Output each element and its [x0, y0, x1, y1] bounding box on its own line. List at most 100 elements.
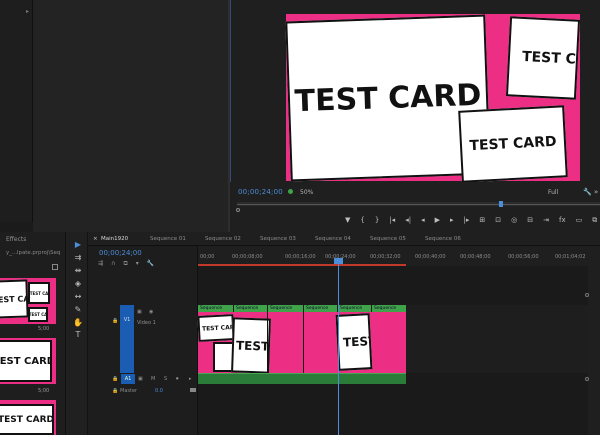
playhead-handle[interactable]	[334, 258, 343, 264]
timeline-close-icon[interactable]: ×	[93, 236, 98, 242]
timeline-timecode[interactable]: 00;00;24;00	[99, 249, 142, 257]
tab-sequence-01[interactable]: Sequence 01	[150, 236, 186, 242]
clip-header[interactable]: Sequence	[304, 305, 337, 312]
ruler-label: 00;00;16;00	[285, 254, 316, 260]
mark-out-button[interactable]: }	[375, 216, 379, 226]
tab-effects[interactable]: Effects	[6, 236, 26, 243]
tab-sequence-02[interactable]: Sequence 02	[205, 236, 241, 242]
tab-main1920[interactable]: Main1920	[101, 236, 128, 242]
thumb-1-corner-text: TEST CA	[29, 290, 49, 296]
scroll-handle-top[interactable]	[585, 293, 589, 297]
clip-header[interactable]: Sequence	[372, 305, 406, 312]
comparison-button[interactable]: ⊟	[527, 216, 533, 226]
timeline-scrollbar[interactable]	[588, 266, 600, 435]
multicam-button[interactable]: ⧉	[592, 216, 597, 226]
clip-header[interactable]: Sequence	[198, 305, 233, 312]
eye-icon[interactable]: ◉	[149, 309, 153, 315]
clip-header[interactable]: Sequence	[338, 305, 371, 312]
type-tool-icon[interactable]: T	[73, 330, 83, 339]
audio-1-clips[interactable]	[198, 373, 406, 384]
quality-select[interactable]: Full	[548, 189, 558, 196]
fx-button[interactable]: fx	[559, 216, 566, 226]
transport-controls: ▼ { } |◂ ◂| ◂ ▶ ▸ |▸ ⊞ ⊡ ◎ ⊟ ⇥ fx ▭ ⧉	[345, 216, 600, 226]
a1-target[interactable]: A1	[121, 374, 135, 384]
ruler-label: 00;00;48;00	[460, 254, 491, 260]
snap-icon[interactable]: ∩	[111, 260, 115, 268]
marker-icon[interactable]	[288, 189, 293, 194]
ruler-label: 00;00;56;00	[508, 254, 539, 260]
extract-button[interactable]: ⊡	[495, 216, 501, 226]
clip-1-text: TEST CARD	[201, 323, 235, 333]
mic-icon[interactable]: ⏺	[176, 376, 179, 382]
clip-header[interactable]: Sequence	[234, 305, 267, 312]
scroll-handle-bottom[interactable]	[585, 377, 589, 381]
ruler-label: 00;00;40;00	[415, 254, 446, 260]
frame-forward-button[interactable]: ▸	[450, 216, 454, 226]
add-marker-button[interactable]: ▼	[345, 216, 350, 226]
clip-5-text: TEST	[342, 333, 373, 350]
clip-header[interactable]: Sequence	[268, 305, 303, 312]
master-label: Master	[120, 388, 138, 394]
track-headers	[88, 246, 198, 435]
ruler-label: 00;00;32;00	[370, 254, 401, 260]
safe-margins-button[interactable]: ▭	[576, 216, 583, 226]
program-timecode[interactable]: 00;00;24;00	[238, 188, 283, 196]
ruler-label: 00;00;08;00	[232, 254, 263, 260]
thumb-1-small-text: TEST CA	[28, 312, 48, 317]
scrub-line	[237, 204, 600, 205]
slip-tool-icon[interactable]: ↔	[73, 292, 83, 301]
ruler-label: 00;01;04;02	[555, 254, 586, 260]
pen-tool-icon[interactable]: ✎	[73, 305, 83, 314]
zoom-select[interactable]: 50%	[300, 189, 313, 196]
film-icon[interactable]: ▣	[137, 309, 142, 315]
corner-test-card-text: TEST CA	[521, 48, 581, 69]
linked-selection-icon[interactable]: ⧉	[123, 260, 127, 268]
play-button[interactable]: ▶	[435, 216, 440, 226]
ruler-label: 00;00	[200, 254, 215, 260]
audio-lock-icon[interactable]: 🔒	[112, 376, 118, 382]
track-select-tool-icon[interactable]: ⇉	[73, 253, 83, 262]
wrench-icon[interactable]: 🔧	[583, 188, 592, 196]
settings-wrench-icon[interactable]: 🔧	[147, 260, 154, 268]
clip-cut	[303, 312, 304, 373]
tab-sequence-03[interactable]: Sequence 03	[260, 236, 296, 242]
master-value[interactable]: 0.0	[155, 388, 163, 394]
clip-5-card: TEST	[335, 313, 373, 371]
lock-icon[interactable]: 🔒	[112, 318, 118, 324]
lift-button[interactable]: ⊞	[479, 216, 485, 226]
audio-sync-icon[interactable]: ▣	[138, 376, 143, 382]
ripple-edit-tool-icon[interactable]: ⇹	[73, 266, 83, 275]
v1-target[interactable]: V1	[120, 305, 134, 373]
more-icon[interactable]: »	[594, 188, 598, 196]
step-back-button[interactable]: ◂|	[405, 216, 411, 226]
export-frame-button[interactable]: ◎	[511, 216, 517, 226]
new-bin-icon[interactable]	[52, 264, 58, 270]
timeline-playhead[interactable]	[338, 258, 339, 435]
audio-expand-icon[interactable]: ▸	[189, 376, 192, 382]
master-lock-icon[interactable]: 🔒	[112, 388, 118, 394]
nest-icon[interactable]: ⇶	[98, 260, 103, 268]
go-to-in-button[interactable]: |◂	[389, 216, 395, 226]
mark-in-button[interactable]: {	[360, 216, 364, 226]
solo-button[interactable]: S	[164, 376, 167, 382]
tab-sequence-05[interactable]: Sequence 05	[370, 236, 406, 242]
program-playhead[interactable]	[499, 201, 503, 207]
scrub-start-handle[interactable]	[236, 208, 240, 212]
main-test-card-text: TEST CARD	[294, 77, 482, 119]
selection-tool-icon[interactable]: ▶	[73, 240, 83, 249]
mute-button[interactable]: M	[151, 376, 155, 382]
thumb-2-text: TEST CARD	[0, 355, 50, 367]
tab-sequence-04[interactable]: Sequence 04	[315, 236, 351, 242]
small-test-card: TEST CARD	[458, 105, 568, 183]
go-to-out-button[interactable]: |▸	[464, 216, 470, 226]
tab-sequence-06[interactable]: Sequence 06	[425, 236, 461, 242]
source-panel	[0, 0, 33, 222]
frame-back-button[interactable]: ◂	[421, 216, 425, 226]
hand-tool-icon[interactable]: ✋	[73, 318, 83, 327]
add-marker-icon[interactable]: ▾	[136, 260, 139, 268]
small-test-card-text: TEST CARD	[469, 133, 557, 155]
panel-menu-icon[interactable]: ▸	[26, 8, 29, 15]
trim-button[interactable]: ⇥	[543, 216, 549, 226]
master-expand-icon[interactable]	[190, 388, 196, 392]
razor-tool-icon[interactable]: ◈	[73, 279, 83, 288]
